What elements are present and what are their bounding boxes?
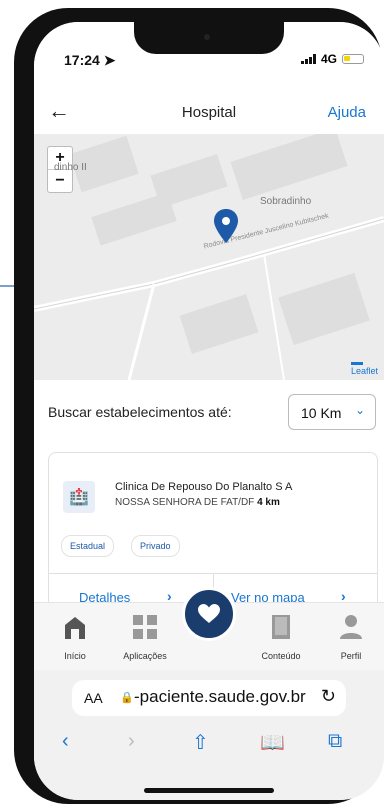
status-icons: 4G	[300, 52, 364, 66]
notch	[134, 22, 284, 54]
apps-icon	[133, 615, 157, 639]
tab-aplicacoes[interactable]: Aplicações	[110, 613, 180, 661]
bookmarks-icon[interactable]: 📖	[260, 730, 285, 755]
back-icon[interactable]: ‹	[62, 730, 69, 753]
app-header: ← Hospital Ajuda	[34, 94, 384, 134]
help-link[interactable]: Ajuda	[328, 104, 366, 121]
text-size-button[interactable]: AA	[84, 690, 103, 706]
radius-select[interactable]: 10 Km ⌄	[288, 394, 376, 430]
search-radius-row: Buscar estabelecimentos até: 10 Km ⌄	[34, 380, 384, 438]
facility-distance: 4 km	[257, 497, 280, 508]
bottom-tab-bar: Início Aplicações Conteúdo Perfil	[34, 587, 384, 671]
screen: 17:24 ➤ 4G ← Hospital Ajuda + − dinho II…	[34, 22, 384, 800]
radius-value: 10 Km	[301, 405, 342, 421]
book-icon	[272, 615, 290, 639]
tab-label: Aplicações	[123, 651, 167, 661]
zoom-out-button[interactable]: −	[48, 170, 72, 192]
hospital-icon: 🏥	[63, 481, 95, 513]
lock-icon: 🔒	[120, 692, 134, 704]
browser-toolbar: AA 🔒 -paciente.saude.gov.br ↻ ‹ › ⇧ 📖 ⧉	[34, 670, 384, 800]
reload-icon[interactable]: ↻	[321, 686, 336, 707]
tag-privado: Privado	[131, 535, 180, 557]
signal-icon	[300, 54, 316, 64]
heart-icon	[198, 604, 220, 623]
tab-conteudo[interactable]: Conteúdo	[246, 613, 316, 661]
camera-dot	[204, 34, 210, 40]
facility-address: NOSSA SENHORA DE FAT/DF 4 km	[115, 497, 280, 508]
url-text: -paciente.saude.gov.br	[134, 687, 306, 706]
tab-label: Conteúdo	[261, 651, 301, 661]
chevron-down-icon: ⌄	[354, 403, 365, 417]
flag-icon	[350, 362, 363, 365]
map-attribution[interactable]: Leaflet	[350, 362, 378, 376]
tag-estadual: Estadual	[61, 535, 115, 557]
search-radius-label: Buscar estabelecimentos até:	[48, 404, 232, 420]
map-label-city: Sobradinho	[260, 196, 312, 207]
status-time: 17:24 ➤	[64, 52, 116, 68]
tab-label: Perfil	[340, 651, 362, 661]
map-pin-icon[interactable]	[214, 209, 238, 243]
forward-icon[interactable]: ›	[128, 730, 135, 753]
phone-frame: 17:24 ➤ 4G ← Hospital Ajuda + − dinho II…	[14, 8, 384, 804]
home-indicator	[144, 788, 274, 793]
map-label-area: dinho II	[54, 162, 87, 173]
favorites-button[interactable]	[182, 587, 236, 641]
tabs-icon[interactable]: ⧉	[328, 730, 342, 753]
share-icon[interactable]: ⇧	[192, 730, 209, 755]
battery-icon	[342, 54, 364, 64]
profile-icon	[340, 615, 362, 639]
tab-inicio[interactable]: Início	[40, 613, 110, 661]
facility-name: Clinica De Repouso Do Planalto S A	[115, 481, 293, 493]
address-bar[interactable]: AA 🔒 -paciente.saude.gov.br ↻	[72, 680, 346, 716]
network-type: 4G	[320, 52, 337, 66]
tab-label: Início	[64, 651, 86, 661]
map[interactable]: + − dinho II Sobradinho Rodovia Presiden…	[34, 134, 384, 380]
tab-perfil[interactable]: Perfil	[316, 613, 384, 661]
home-icon	[65, 617, 85, 639]
